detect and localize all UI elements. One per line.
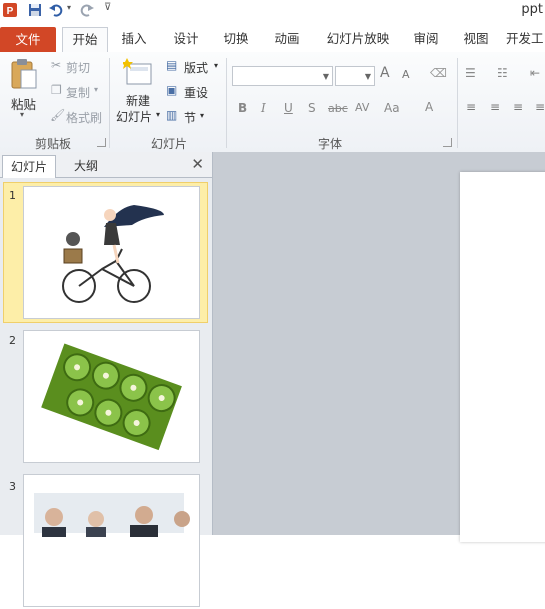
tab-design[interactable]: 设计: [164, 28, 208, 52]
tab-slideshow[interactable]: 幻灯片放映: [318, 28, 398, 52]
slide-number: 3: [9, 480, 16, 493]
font-launcher-icon[interactable]: [443, 138, 452, 147]
undo-icon[interactable]: [49, 3, 63, 17]
grow-font-button[interactable]: A: [380, 65, 390, 81]
tab-file[interactable]: 文件: [0, 27, 56, 52]
kiwi-photo: [41, 343, 182, 451]
close-icon[interactable]: ✕: [191, 155, 204, 173]
justify-icon[interactable]: ≡: [535, 100, 545, 114]
new-slide-icon[interactable]: [123, 58, 153, 86]
align-center-icon[interactable]: ≡: [490, 100, 500, 114]
change-case-button[interactable]: Aa: [384, 101, 400, 115]
cut-icon[interactable]: ✂: [51, 58, 61, 72]
shadow-button[interactable]: S: [308, 101, 316, 115]
layout-button[interactable]: 版式: [184, 59, 208, 76]
slide-editing-area: [213, 152, 545, 542]
svg-text:P: P: [7, 6, 14, 17]
tab-home[interactable]: 开始: [62, 27, 108, 53]
current-slide-canvas[interactable]: [460, 172, 545, 542]
section-icon[interactable]: ▥: [166, 108, 177, 122]
tab-view[interactable]: 视图: [454, 28, 498, 52]
align-left-icon[interactable]: ≡: [466, 100, 476, 114]
redo-icon[interactable]: [80, 3, 94, 17]
save-icon[interactable]: [28, 3, 42, 17]
tab-transitions[interactable]: 切换: [214, 28, 258, 52]
cut-button[interactable]: 剪切: [66, 59, 90, 76]
font-group-label: 字体: [317, 137, 342, 151]
pane-tabs: 幻灯片 大纲 ✕: [0, 152, 212, 178]
ribbon-home: 粘贴 ▾ ✂ 剪切 ❐ 复制 ▾ 🖌 格式刷 剪贴板 新建 幻灯片 ▾ ▤ 版式…: [0, 52, 545, 153]
char-spacing-button[interactable]: AV: [355, 101, 369, 114]
strikethrough-button[interactable]: abc: [328, 102, 348, 115]
bicycle-girl-illustration: [62, 205, 164, 303]
paste-icon[interactable]: [10, 58, 38, 90]
tab-insert[interactable]: 插入: [112, 28, 156, 52]
powerpoint-icon[interactable]: P: [3, 3, 17, 17]
reset-button[interactable]: 重设: [184, 84, 208, 101]
copy-dropdown-icon[interactable]: ▾: [94, 85, 98, 94]
font-color-button[interactable]: A: [425, 100, 433, 114]
clipboard-launcher-icon[interactable]: [97, 138, 106, 147]
new-slide-dropdown-icon[interactable]: ▾: [156, 110, 160, 119]
slide-thumbnail-1[interactable]: [23, 186, 200, 319]
clipboard-group-label: 剪贴板: [34, 137, 71, 151]
quick-access-toolbar: P ▾ ⊽ ppt: [0, 0, 545, 22]
font-size-combo[interactable]: ▼: [335, 66, 375, 86]
chevron-down-icon: ▼: [322, 72, 329, 81]
tab-slides[interactable]: 幻灯片: [2, 155, 57, 178]
clear-formatting-icon[interactable]: ⌫: [430, 66, 447, 80]
format-painter-icon[interactable]: 🖌: [50, 108, 65, 122]
decrease-indent-icon[interactable]: ⇤: [530, 66, 540, 80]
tab-animations[interactable]: 动画: [265, 28, 309, 52]
slide-thumbnail-3[interactable]: [23, 474, 200, 607]
slide-number: 2: [9, 334, 16, 347]
new-slide-dropdown[interactable]: 幻灯片: [116, 108, 152, 125]
window-title: ppt: [521, 2, 543, 17]
font-name-combo[interactable]: ▼: [232, 66, 333, 86]
customize-qat-icon[interactable]: ⊽: [104, 2, 111, 13]
format-painter-button[interactable]: 格式刷: [66, 109, 102, 126]
slide-number: 1: [9, 189, 16, 202]
business-people-photo: [24, 475, 199, 606]
slides-pane: 幻灯片 大纲 ✕ 1 2 3: [0, 152, 213, 607]
paste-dropdown-icon[interactable]: ▾: [20, 110, 24, 119]
numbering-icon[interactable]: ☷: [497, 66, 508, 80]
section-button[interactable]: 节: [184, 109, 196, 126]
tab-developer[interactable]: 开发工: [506, 28, 545, 52]
bullets-icon[interactable]: ☰: [465, 66, 476, 80]
underline-button[interactable]: U: [284, 101, 293, 115]
reset-icon[interactable]: ▣: [166, 83, 177, 97]
copy-button[interactable]: 复制: [66, 84, 90, 101]
copy-icon[interactable]: ❐: [51, 83, 62, 97]
slides-group-label: 幻灯片: [150, 137, 187, 151]
layout-dropdown-icon[interactable]: ▾: [214, 61, 218, 70]
shrink-font-button[interactable]: A: [402, 68, 410, 81]
tab-outline[interactable]: 大纲: [66, 155, 106, 177]
section-dropdown-icon[interactable]: ▾: [200, 111, 204, 120]
new-slide-button[interactable]: 新建: [126, 92, 150, 109]
ribbon-tabs: 文件 开始 插入 设计 切换 动画 幻灯片放映 审阅 视图 开发工: [0, 22, 545, 53]
bold-button[interactable]: B: [238, 101, 247, 115]
tab-review[interactable]: 审阅: [404, 28, 448, 52]
slide-thumbnail-2[interactable]: [23, 330, 200, 463]
align-right-icon[interactable]: ≡: [513, 100, 523, 114]
italic-button[interactable]: I: [261, 101, 266, 115]
layout-icon[interactable]: ▤: [166, 58, 177, 72]
chevron-down-icon: ▼: [364, 72, 371, 81]
